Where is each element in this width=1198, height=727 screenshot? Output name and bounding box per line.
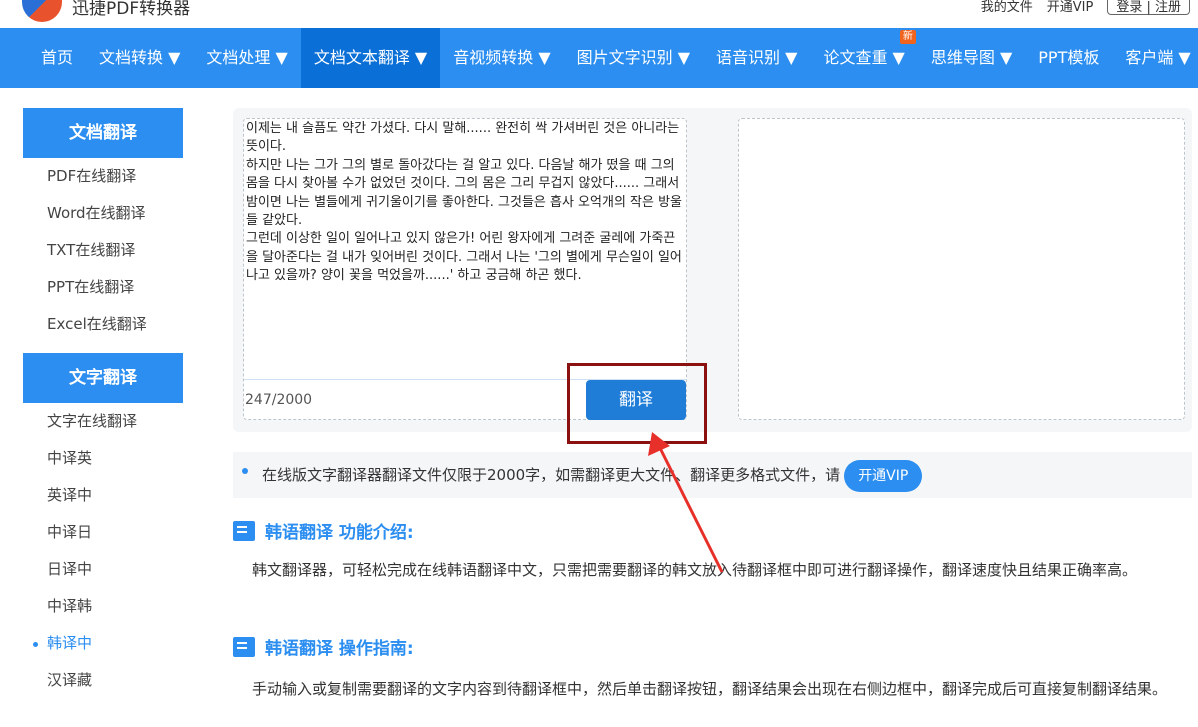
red-arrow-annotation: [648, 432, 724, 573]
